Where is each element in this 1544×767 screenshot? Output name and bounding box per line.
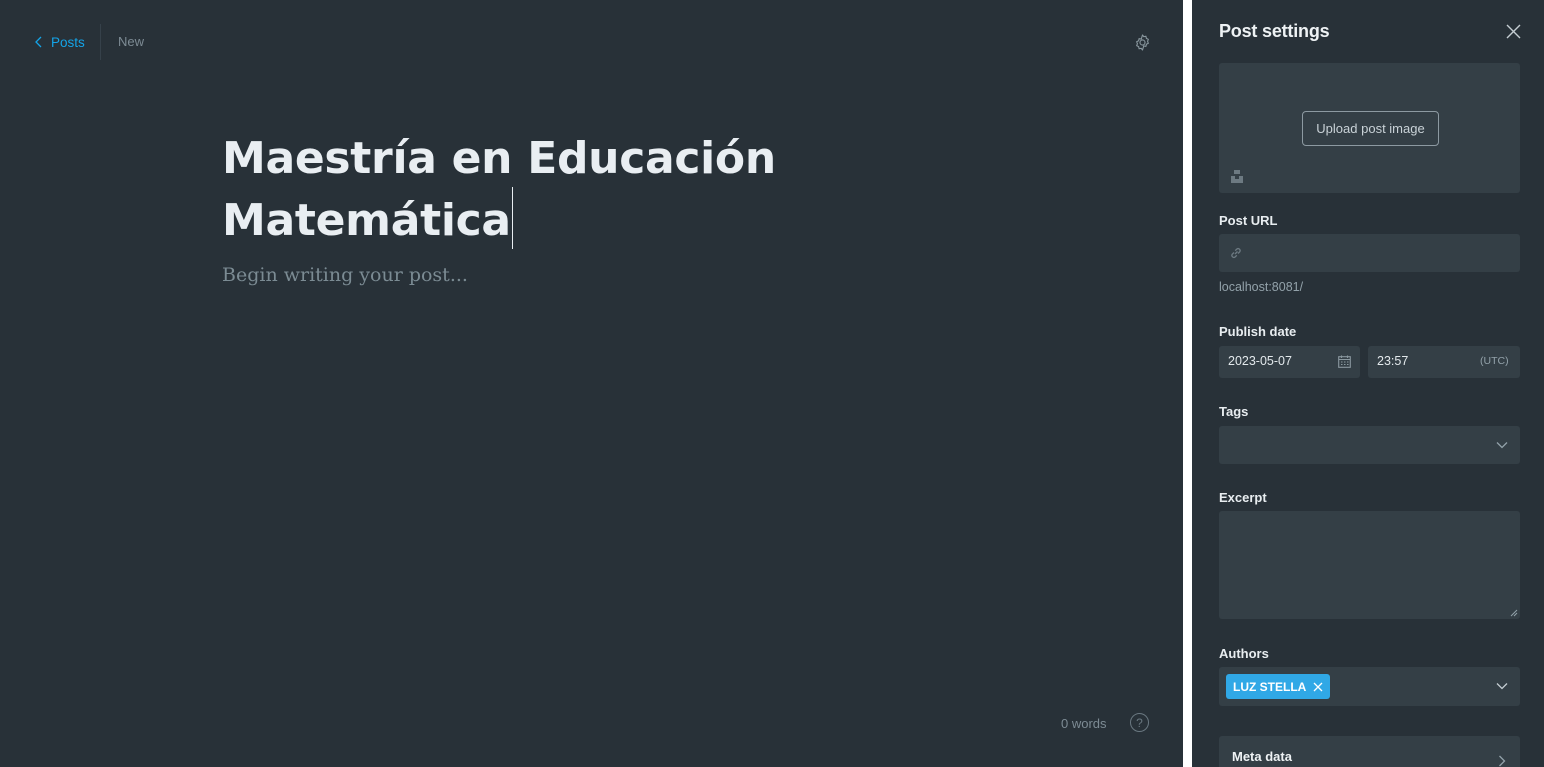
chevron-down-icon <box>1496 442 1508 449</box>
remove-author-icon[interactable] <box>1313 682 1323 692</box>
post-status: New <box>118 34 145 49</box>
help-icon: ? <box>1136 715 1143 730</box>
chevron-down-icon <box>1496 683 1508 690</box>
post-title[interactable]: Maestría en Educación Matemática <box>222 133 776 246</box>
authors-select[interactable]: LUZ STELLA <box>1219 667 1520 706</box>
post-image-dropzone[interactable]: Upload post image <box>1219 63 1520 193</box>
settings-toggle-button[interactable] <box>1131 31 1153 53</box>
publish-date-value: 2023-05-07 <box>1228 354 1292 368</box>
author-pill-label: LUZ STELLA <box>1233 679 1307 694</box>
authors-label: Authors <box>1219 646 1269 661</box>
close-settings-button[interactable] <box>1505 23 1522 40</box>
calendar-icon <box>1338 355 1351 368</box>
post-editor: Posts New Maestría en Educación Matemáti… <box>0 0 1183 767</box>
post-title-field[interactable]: Maestría en Educación Matemática <box>222 130 942 249</box>
post-url-label: Post URL <box>1219 213 1278 228</box>
excerpt-label: Excerpt <box>1219 490 1267 505</box>
header-divider <box>100 24 101 60</box>
upload-post-image-button[interactable]: Upload post image <box>1302 111 1439 146</box>
publish-date-input[interactable]: 2023-05-07 <box>1219 346 1360 378</box>
panel-title: Post settings <box>1219 21 1330 41</box>
post-url-hint: localhost:8081/ <box>1219 280 1304 294</box>
post-body-editor[interactable]: Begin writing your post... <box>222 264 468 286</box>
panel-divider <box>1183 0 1192 767</box>
link-icon <box>1231 247 1241 259</box>
meta-data-label: Meta data <box>1232 749 1292 764</box>
tags-select[interactable] <box>1219 426 1520 464</box>
timezone-label: (UTC) <box>1480 355 1509 367</box>
tags-label: Tags <box>1219 404 1249 419</box>
publish-time-input[interactable]: 23:57 (UTC) <box>1368 346 1520 378</box>
text-caret <box>511 187 513 249</box>
close-icon <box>1506 24 1521 39</box>
resize-handle-icon[interactable] <box>1510 609 1518 617</box>
publish-time-value: 23:57 <box>1377 354 1409 368</box>
back-link-label: Posts <box>51 34 85 50</box>
gear-icon <box>1135 33 1149 51</box>
author-pill[interactable]: LUZ STELLA <box>1226 674 1331 699</box>
post-url-input[interactable] <box>1219 234 1520 272</box>
chevron-right-icon <box>1499 755 1506 767</box>
publish-date-label: Publish date <box>1219 324 1297 339</box>
editor-header: Posts New <box>0 0 1183 84</box>
help-button[interactable]: ? <box>1130 713 1149 732</box>
word-count: 0 words <box>1061 716 1107 731</box>
post-settings-panel: Post settings Upload post image Post URL… <box>1192 0 1544 767</box>
excerpt-textarea[interactable] <box>1219 511 1520 619</box>
chevron-left-icon <box>35 36 42 48</box>
meta-data-section[interactable]: Meta data <box>1219 736 1520 767</box>
unsplash-icon[interactable] <box>1230 169 1244 183</box>
back-to-posts-link[interactable]: Posts <box>34 33 85 51</box>
